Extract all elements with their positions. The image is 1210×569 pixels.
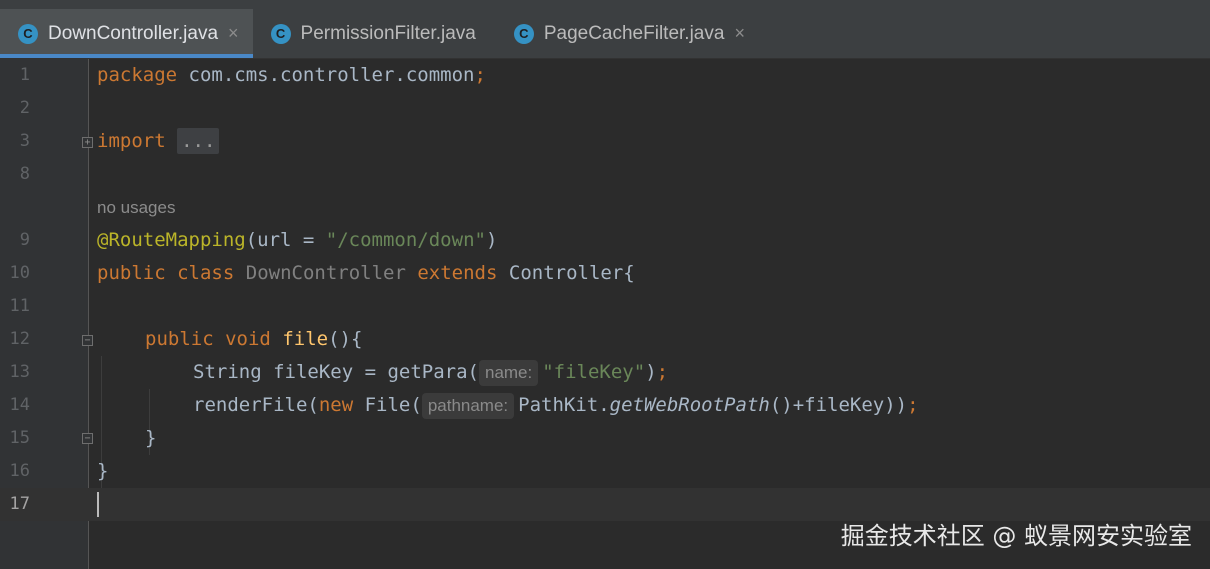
code-line-15: } (145, 427, 157, 449)
tab-label: PageCacheFilter.java (543, 22, 725, 44)
close-icon[interactable]: × (228, 23, 239, 44)
tab-label: DownController.java (48, 22, 219, 44)
parameter-hint: name: (478, 360, 539, 386)
expand-fold-icon[interactable]: + (82, 137, 93, 148)
line-number-current: 17 (9, 494, 30, 514)
code-line-13: String fileKey = getPara(name: "fileKey")… (193, 356, 668, 389)
line-number: 3 (19, 131, 30, 151)
tab-page-cache-filter[interactable]: C PageCacheFilter.java × (496, 9, 759, 58)
collapse-fold-icon[interactable]: − (82, 433, 93, 444)
code-line-14: renderFile(new File(pathname: PathKit.get… (193, 389, 919, 422)
line-number: 16 (9, 461, 30, 481)
editor-tab-bar: C DownController.java × C PermissionFilt… (0, 9, 1210, 59)
line-number: 15 (9, 428, 30, 448)
folded-imports[interactable]: ... (177, 128, 220, 154)
line-number: 10 (9, 263, 30, 283)
code-line-1: package com.cms.controller.common; (97, 64, 486, 86)
line-number: 13 (9, 362, 30, 382)
code-line-10: public class DownController extends Cont… (97, 262, 635, 284)
line-number: 2 (19, 98, 30, 118)
code-line-16: } (97, 460, 109, 482)
code-line-3: import ... (97, 125, 220, 158)
tab-down-controller[interactable]: C DownController.java × (0, 9, 253, 58)
line-number: 9 (19, 230, 30, 250)
line-number: 14 (9, 395, 30, 415)
java-class-icon: C (513, 23, 534, 44)
java-class-icon: C (18, 23, 38, 44)
tab-label: PermissionFilter.java (300, 22, 476, 44)
line-number: 11 (9, 296, 30, 316)
tab-permission-filter[interactable]: C PermissionFilter.java (253, 9, 496, 58)
watermark: 掘金技术社区 @ 蚁景网安实验室 (840, 522, 1192, 550)
collapse-fold-icon[interactable]: − (82, 335, 93, 346)
code-line-9: @RouteMapping(url = "/common/down") (97, 229, 498, 251)
line-number: 1 (19, 65, 30, 85)
parameter-hint: pathname: (421, 393, 515, 419)
text-caret (97, 492, 99, 517)
line-number: 12 (9, 329, 30, 349)
code-editor[interactable]: 1 2 3 8 9 10 11 12 13 14 15 16 17 + − − … (0, 59, 1210, 569)
line-number: 8 (19, 164, 30, 184)
java-class-icon: C (270, 23, 291, 44)
usages-hint[interactable]: no usages (97, 191, 175, 224)
code-line-12: public void file(){ (145, 328, 363, 350)
close-icon[interactable]: × (734, 23, 745, 44)
